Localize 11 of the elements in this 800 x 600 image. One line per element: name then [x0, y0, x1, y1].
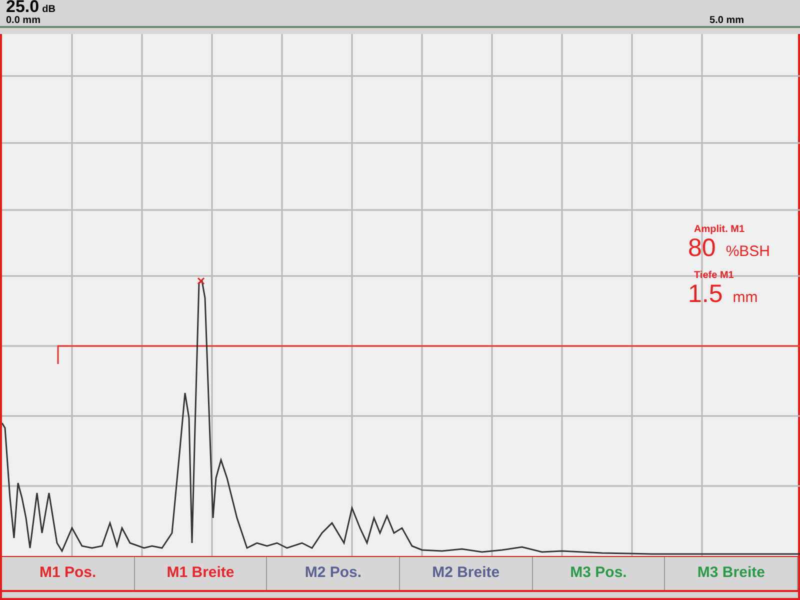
range-start: 0.0 mm — [6, 15, 42, 26]
reading-value: 1.5 — [688, 280, 723, 306]
reading-value: 80 — [688, 235, 716, 261]
reading-unit: %BSH — [726, 242, 770, 262]
peak-marker-icon — [197, 277, 205, 285]
range-end: 5.0 mm — [710, 15, 744, 26]
reading-label: Tiefe M1 — [694, 270, 735, 280]
gain-unit: dB — [42, 5, 56, 15]
reading-label: Amplit. M1 — [694, 224, 746, 235]
reading-unit: mm — [732, 288, 758, 308]
gain-value: 25.0 — [6, 0, 40, 15]
